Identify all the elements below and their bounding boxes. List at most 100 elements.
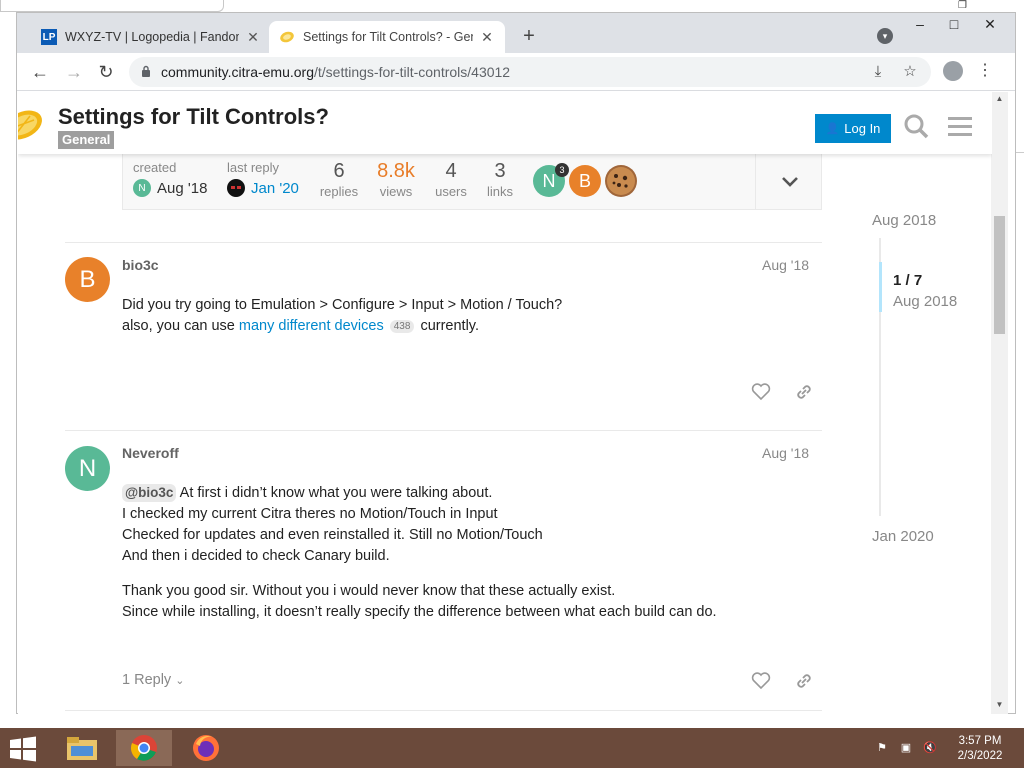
hamburger-menu-icon[interactable] bbox=[946, 112, 974, 140]
participant-avatar[interactable]: B bbox=[569, 165, 601, 197]
restore-icon[interactable]: ❐ bbox=[958, 0, 970, 11]
user-icon: 👤 bbox=[825, 123, 840, 135]
firefox-taskbar-button[interactable] bbox=[178, 730, 234, 766]
avatar[interactable]: N bbox=[65, 446, 110, 491]
close-tab-icon[interactable]: ✕ bbox=[479, 29, 495, 46]
post-divider bbox=[65, 242, 822, 243]
participant-post-count: 3 bbox=[555, 163, 569, 177]
text-span: Checked for updates and even reinstalled… bbox=[122, 527, 543, 543]
scroll-down-icon[interactable]: ▼ bbox=[994, 700, 1005, 710]
post-text: also, you can use many different devices… bbox=[122, 316, 812, 337]
links-label: links bbox=[486, 184, 513, 199]
post-divider bbox=[65, 430, 822, 431]
post-username[interactable]: bio3c bbox=[122, 257, 159, 273]
search-icon[interactable] bbox=[902, 112, 930, 140]
participant-letter: B bbox=[578, 170, 591, 191]
tab-title: WXYZ-TV | Logopedia | Fandom bbox=[65, 30, 239, 44]
timeline-end-date[interactable]: Jan 2020 bbox=[872, 528, 934, 545]
tab-title: Settings for Tilt Controls? - Gene bbox=[303, 30, 473, 44]
reply-label: 1 Reply bbox=[122, 672, 172, 688]
users-label: users bbox=[435, 184, 467, 199]
replies-count: 6 bbox=[333, 160, 345, 182]
forward-arrow-icon[interactable]: → bbox=[63, 61, 85, 83]
post-username[interactable]: Neveroff bbox=[122, 445, 179, 461]
address-bar[interactable]: community.citra-emu.org/t/settings-for-t… bbox=[129, 57, 931, 87]
text-span: currently. bbox=[416, 318, 480, 334]
last-reply-value: Jan '20 bbox=[227, 179, 299, 197]
close-tab-icon[interactable]: ✕ bbox=[245, 29, 261, 46]
timeline-start-date[interactable]: Aug 2018 bbox=[872, 212, 936, 229]
site-header: Settings for Tilt Controls? General 👤 Lo… bbox=[18, 92, 992, 154]
maximize-button[interactable]: □ bbox=[939, 15, 969, 33]
reload-icon[interactable]: ↻ bbox=[95, 61, 117, 83]
tab-citra-forum[interactable]: Settings for Tilt Controls? - Gene ✕ bbox=[269, 21, 505, 53]
install-app-icon[interactable]: ⤓ bbox=[869, 63, 887, 81]
topic-title[interactable]: Settings for Tilt Controls? bbox=[58, 104, 329, 130]
back-arrow-icon[interactable]: ← bbox=[29, 61, 51, 83]
last-reply-label: last reply bbox=[227, 160, 280, 175]
scrollbar-thumb[interactable] bbox=[994, 216, 1005, 334]
participant-avatar[interactable]: N 3 bbox=[533, 163, 569, 197]
network-icon[interactable]: ▣ bbox=[898, 740, 914, 756]
close-window-button[interactable]: ✕ bbox=[975, 15, 1005, 33]
participant-letter: N bbox=[542, 170, 556, 191]
profile-avatar-icon[interactable] bbox=[943, 61, 963, 81]
devices-link[interactable]: many different devices bbox=[239, 318, 384, 334]
created-block: created N Aug '18 bbox=[133, 160, 207, 197]
avatar: N bbox=[133, 179, 151, 197]
tab-logopedia[interactable]: LP WXYZ-TV | Logopedia | Fandom ✕ bbox=[31, 21, 271, 53]
browser-toolbar: ← → ↻ community.citra-emu.org/t/settings… bbox=[17, 53, 1015, 91]
views-stat: 8.8k views bbox=[375, 160, 417, 199]
post-paragraph: Thank you good sir. Without you i would … bbox=[122, 581, 812, 623]
citra-logo-icon[interactable] bbox=[18, 108, 46, 142]
file-explorer-taskbar-button[interactable] bbox=[54, 730, 110, 766]
replies-toggle[interactable]: 1 Reply ⌄ bbox=[122, 672, 184, 688]
page-scrollbar[interactable]: ▲ ▼ bbox=[991, 92, 1008, 714]
browser-menu-icon[interactable]: ⋮ bbox=[977, 61, 993, 81]
links-stat[interactable]: 3 links bbox=[483, 160, 517, 199]
heart-icon[interactable] bbox=[750, 670, 772, 692]
category-badge[interactable]: General bbox=[58, 131, 115, 149]
text-span: Since while installing, it doesn’t reall… bbox=[122, 604, 717, 620]
action-center-flag-icon[interactable]: ⚑ bbox=[874, 740, 890, 756]
citra-favicon-icon bbox=[279, 29, 295, 45]
url-text: community.citra-emu.org/t/settings-for-t… bbox=[161, 64, 510, 80]
url-domain: community.citra-emu.org bbox=[161, 64, 315, 80]
post-date[interactable]: Aug '18 bbox=[762, 257, 809, 273]
timeline-position: 1 / 7 bbox=[893, 272, 923, 289]
minimize-button[interactable]: – bbox=[905, 15, 935, 33]
timeline-handle[interactable] bbox=[879, 262, 882, 312]
windows-start-icon[interactable] bbox=[8, 736, 38, 762]
created-value: N Aug '18 bbox=[133, 179, 207, 197]
system-clock[interactable]: 3:57 PM 2/3/2022 bbox=[952, 734, 1008, 764]
heart-icon[interactable] bbox=[750, 381, 772, 403]
folder-icon bbox=[67, 737, 97, 760]
post-date[interactable]: Aug '18 bbox=[762, 445, 809, 461]
browser-window: LP WXYZ-TV | Logopedia | Fandom ✕ Settin… bbox=[16, 12, 1016, 714]
user-mention[interactable]: @bio3c bbox=[122, 484, 177, 502]
post-paragraph: @bio3c At first i didn’t know what you w… bbox=[122, 483, 812, 567]
link-icon[interactable] bbox=[793, 381, 815, 403]
login-button[interactable]: 👤 Log In bbox=[815, 114, 891, 143]
chrome-taskbar-button[interactable] bbox=[116, 730, 172, 766]
bookmark-star-icon[interactable]: ☆ bbox=[901, 63, 919, 81]
tab-strip: LP WXYZ-TV | Logopedia | Fandom ✕ Settin… bbox=[17, 13, 1015, 53]
expand-topic-map-button[interactable] bbox=[755, 154, 823, 210]
volume-muted-icon[interactable]: 🔇 bbox=[922, 740, 938, 756]
avatar[interactable]: B bbox=[65, 257, 110, 302]
tab-search-icon[interactable]: ▾ bbox=[877, 28, 893, 44]
text-span: I checked my current Citra theres no Mot… bbox=[122, 506, 498, 522]
post-body: @bio3c At first i didn’t know what you w… bbox=[122, 483, 812, 637]
chevron-down-icon: ⌄ bbox=[175, 675, 185, 687]
cookie-avatar-icon[interactable] bbox=[605, 165, 637, 197]
last-reply-block[interactable]: last reply Jan '20 bbox=[227, 160, 299, 197]
users-stat[interactable]: 4 users bbox=[433, 160, 469, 199]
background-divider bbox=[1016, 152, 1024, 153]
created-label: created bbox=[133, 160, 177, 175]
text-span: At first i didn’t know what you were tal… bbox=[176, 485, 493, 501]
taskbar: ⚑ ▣ 🔇 3:57 PM 2/3/2022 bbox=[0, 728, 1024, 768]
link-icon[interactable] bbox=[793, 670, 815, 692]
scroll-up-icon[interactable]: ▲ bbox=[994, 94, 1005, 104]
new-tab-button[interactable]: + bbox=[517, 25, 541, 49]
links-count: 3 bbox=[494, 160, 506, 182]
